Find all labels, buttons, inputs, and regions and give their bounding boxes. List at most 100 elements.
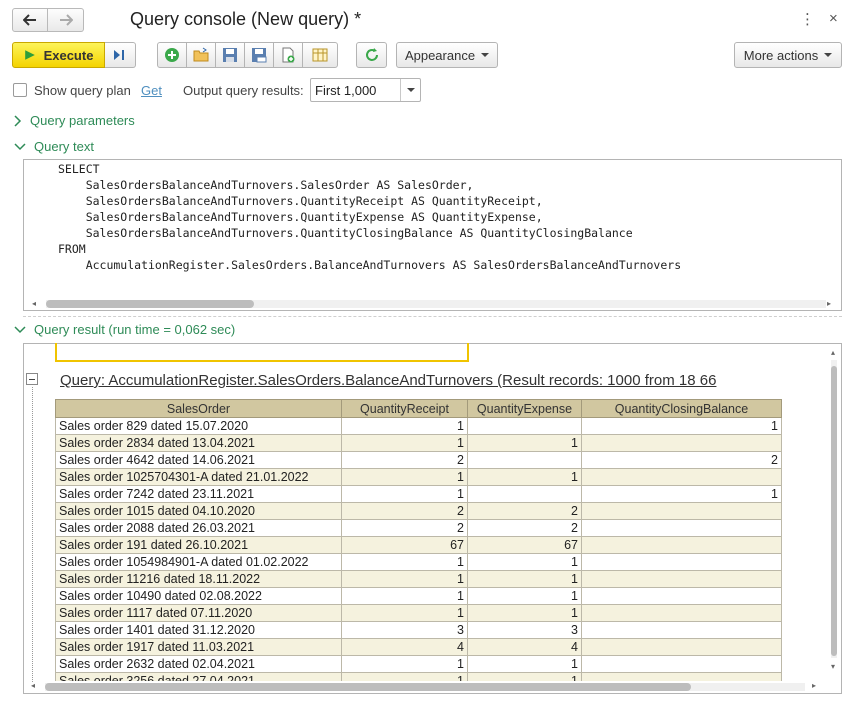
table-row[interactable]: Sales order 2632 dated 02.04.2021 1 1 bbox=[55, 655, 782, 673]
query-result-group[interactable]: Query result (run time = 0,062 sec) bbox=[14, 322, 235, 337]
more-actions-button[interactable]: More actions bbox=[734, 42, 842, 68]
query-text-group[interactable]: Query text bbox=[14, 139, 94, 154]
scroll-left-icon[interactable]: ◂ bbox=[32, 299, 36, 308]
table-cell[interactable] bbox=[581, 621, 782, 639]
column-header-quantityclosingbalance[interactable]: QuantityClosingBalance bbox=[581, 399, 782, 418]
table-row[interactable]: Sales order 2088 dated 26.03.2021 2 2 bbox=[55, 519, 782, 537]
table-row[interactable]: Sales order 1025704301-A dated 21.01.202… bbox=[55, 468, 782, 486]
scroll-down-icon[interactable]: ▾ bbox=[831, 662, 835, 671]
forward-button[interactable] bbox=[48, 8, 84, 32]
table-row[interactable]: Sales order 1917 dated 11.03.2021 4 4 bbox=[55, 638, 782, 656]
table-cell[interactable] bbox=[581, 655, 782, 673]
table-cell[interactable]: 1 bbox=[581, 417, 782, 435]
query-title[interactable]: Query: AccumulationRegister.SalesOrders.… bbox=[60, 372, 716, 389]
table-row[interactable]: Sales order 1015 dated 04.10.2020 2 2 bbox=[55, 502, 782, 520]
refresh-button[interactable] bbox=[356, 42, 387, 68]
table-cell[interactable]: 1 bbox=[581, 485, 782, 503]
table-cell[interactable]: 2 bbox=[467, 502, 582, 520]
table-cell[interactable]: 1 bbox=[467, 434, 582, 452]
dropdown-arrow-icon[interactable] bbox=[400, 79, 420, 101]
table-row[interactable]: Sales order 11216 dated 18.11.2022 1 1 bbox=[55, 570, 782, 588]
table-cell[interactable] bbox=[581, 604, 782, 622]
table-cell[interactable]: 1 bbox=[467, 553, 582, 571]
scroll-right-icon[interactable]: ▸ bbox=[812, 681, 816, 690]
collapse-group-icon[interactable] bbox=[26, 373, 38, 385]
table-cell[interactable]: 1 bbox=[341, 604, 468, 622]
scroll-right-icon[interactable]: ▸ bbox=[827, 299, 831, 308]
table-cell[interactable]: Sales order 1117 dated 07.11.2020 bbox=[55, 604, 342, 622]
save-button[interactable] bbox=[215, 42, 245, 68]
table-cell[interactable]: Sales order 2632 dated 02.04.2021 bbox=[55, 655, 342, 673]
table-cell[interactable]: 4 bbox=[467, 638, 582, 656]
table-cell[interactable]: 67 bbox=[467, 536, 582, 554]
query-parameters-group[interactable]: Query parameters bbox=[14, 113, 135, 128]
table-cell[interactable]: 1 bbox=[467, 570, 582, 588]
table-cell[interactable]: Sales order 1025704301-A dated 21.01.202… bbox=[55, 468, 342, 486]
table-cell[interactable] bbox=[467, 485, 582, 503]
add-button[interactable] bbox=[157, 42, 187, 68]
table-cell[interactable] bbox=[581, 587, 782, 605]
table-cell[interactable]: 1 bbox=[341, 587, 468, 605]
table-cell[interactable] bbox=[467, 451, 582, 469]
new-document-button[interactable] bbox=[273, 42, 303, 68]
table-cell[interactable]: 1 bbox=[341, 570, 468, 588]
column-header-quantityreceipt[interactable]: QuantityReceipt bbox=[341, 399, 468, 418]
table-cell[interactable]: Sales order 4642 dated 14.06.2021 bbox=[55, 451, 342, 469]
table-row[interactable]: Sales order 10490 dated 02.08.2022 1 1 bbox=[55, 587, 782, 605]
table-cell[interactable]: Sales order 7242 dated 23.11.2021 bbox=[55, 485, 342, 503]
table-row[interactable]: Sales order 3256 dated 27.04.2021 1 1 bbox=[55, 672, 782, 681]
table-cell[interactable]: Sales order 1401 dated 31.12.2020 bbox=[55, 621, 342, 639]
show-query-plan-checkbox[interactable] bbox=[13, 83, 27, 97]
table-cell[interactable]: 4 bbox=[341, 638, 468, 656]
table-cell[interactable]: Sales order 2834 dated 13.04.2021 bbox=[55, 434, 342, 452]
table-cell[interactable]: Sales order 10490 dated 02.08.2022 bbox=[55, 587, 342, 605]
table-cell[interactable] bbox=[581, 434, 782, 452]
output-results-select[interactable]: First 1,000 bbox=[310, 78, 421, 102]
table-cell[interactable]: 3 bbox=[341, 621, 468, 639]
table-cell[interactable]: 2 bbox=[341, 519, 468, 537]
table-row[interactable]: Sales order 1054984901-A dated 01.02.202… bbox=[55, 553, 782, 571]
table-cell[interactable]: 1 bbox=[341, 672, 468, 681]
result-vscroll-thumb[interactable] bbox=[831, 366, 837, 656]
table-cell[interactable]: 2 bbox=[341, 502, 468, 520]
table-cell[interactable] bbox=[581, 553, 782, 571]
query-text-hscroll-thumb[interactable] bbox=[46, 300, 254, 308]
table-cell[interactable] bbox=[581, 468, 782, 486]
save-as-button[interactable] bbox=[244, 42, 274, 68]
table-cell[interactable]: Sales order 1015 dated 04.10.2020 bbox=[55, 502, 342, 520]
table-cell[interactable] bbox=[581, 672, 782, 681]
column-header-quantityexpense[interactable]: QuantityExpense bbox=[467, 399, 582, 418]
table-row[interactable]: Sales order 829 dated 15.07.2020 1 1 bbox=[55, 417, 782, 435]
table-row[interactable]: Sales order 191 dated 26.10.2021 67 67 bbox=[55, 536, 782, 554]
appearance-button[interactable]: Appearance bbox=[396, 42, 498, 68]
table-cell[interactable]: 1 bbox=[467, 604, 582, 622]
table-cell[interactable]: 1 bbox=[341, 553, 468, 571]
close-icon[interactable]: × bbox=[829, 10, 838, 27]
table-cell[interactable]: 2 bbox=[581, 451, 782, 469]
table-cell[interactable]: 1 bbox=[467, 468, 582, 486]
table-cell[interactable] bbox=[581, 570, 782, 588]
table-cell[interactable]: Sales order 2088 dated 26.03.2021 bbox=[55, 519, 342, 537]
table-cell[interactable] bbox=[581, 638, 782, 656]
table-cell[interactable]: 1 bbox=[467, 672, 582, 681]
execute-options-button[interactable] bbox=[105, 42, 136, 68]
scroll-up-icon[interactable]: ▴ bbox=[831, 348, 835, 357]
table-row[interactable]: Sales order 1401 dated 31.12.2020 3 3 bbox=[55, 621, 782, 639]
table-cell[interactable]: 1 bbox=[341, 434, 468, 452]
table-cell[interactable]: Sales order 11216 dated 18.11.2022 bbox=[55, 570, 342, 588]
query-text-editor[interactable]: SELECT SalesOrdersBalanceAndTurnovers.Sa… bbox=[23, 159, 842, 311]
open-button[interactable] bbox=[186, 42, 216, 68]
table-row[interactable]: Sales order 1117 dated 07.11.2020 1 1 bbox=[55, 604, 782, 622]
table-row[interactable]: Sales order 7242 dated 23.11.2021 1 1 bbox=[55, 485, 782, 503]
table-row[interactable]: Sales order 4642 dated 14.06.2021 2 2 bbox=[55, 451, 782, 469]
table-cell[interactable]: 1 bbox=[341, 417, 468, 435]
scroll-left-icon[interactable]: ◂ bbox=[31, 681, 35, 690]
result-hscroll-thumb[interactable] bbox=[45, 683, 691, 691]
table-view-button[interactable] bbox=[302, 42, 338, 68]
execute-button[interactable]: Execute bbox=[12, 42, 105, 68]
table-cell[interactable]: Sales order 3256 dated 27.04.2021 bbox=[55, 672, 342, 681]
column-header-salesorder[interactable]: SalesOrder bbox=[55, 399, 342, 418]
table-cell[interactable]: Sales order 1917 dated 11.03.2021 bbox=[55, 638, 342, 656]
table-cell[interactable]: Sales order 191 dated 26.10.2021 bbox=[55, 536, 342, 554]
more-menu-icon[interactable]: ⋮ bbox=[800, 10, 815, 28]
